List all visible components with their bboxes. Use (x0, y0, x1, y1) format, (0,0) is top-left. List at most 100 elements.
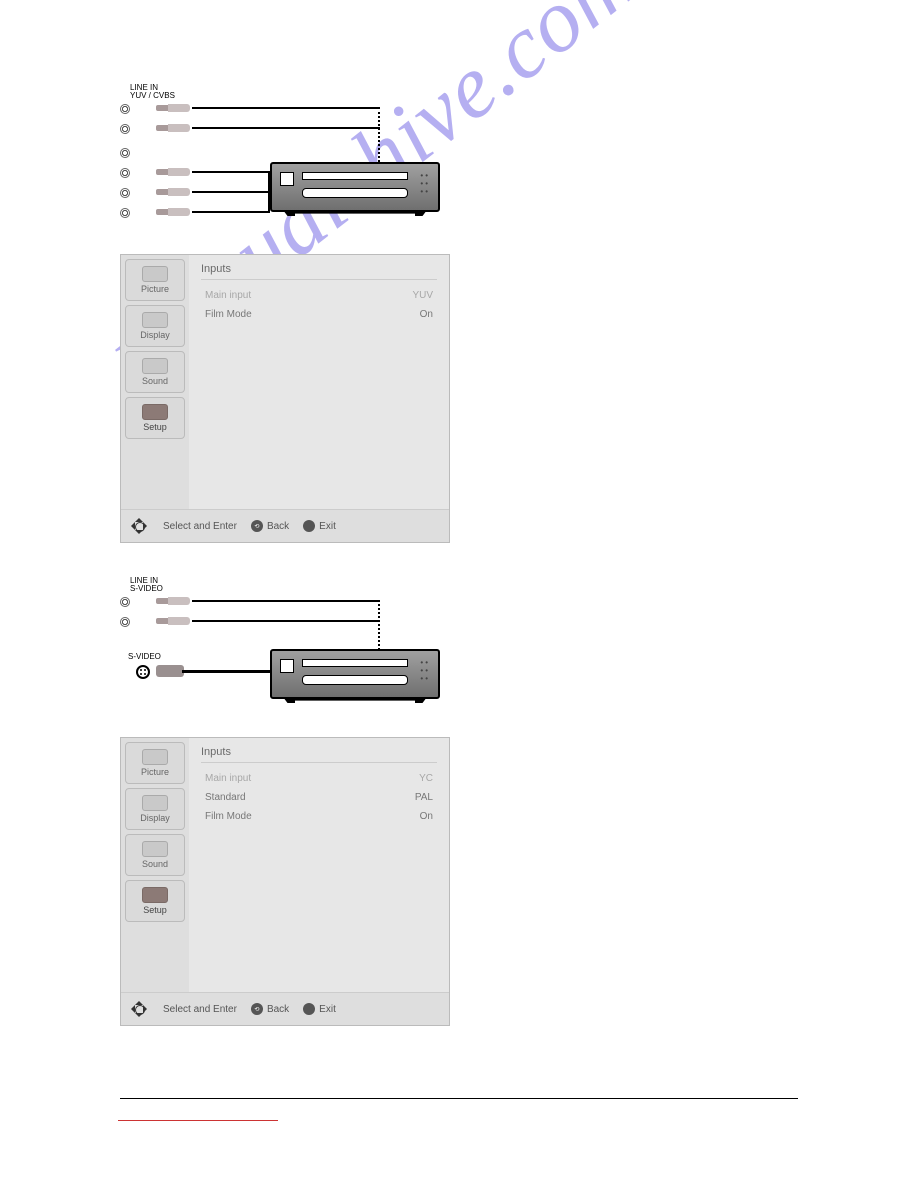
sun-icon (142, 749, 168, 765)
device-tray-icon (302, 188, 408, 198)
device-leds-icon: •••••• (420, 172, 430, 196)
device-slot-icon (302, 659, 408, 667)
osd-menu-1: Picture Display Sound Setup Inputs (120, 254, 450, 543)
tab-label: Picture (141, 284, 169, 294)
rca-plug-icon (156, 166, 196, 178)
button-icon (303, 520, 315, 532)
device-panel-icon (280, 172, 294, 186)
speaker-icon (142, 358, 168, 374)
rca-jack-icon (120, 617, 130, 627)
wrench-icon (142, 887, 168, 903)
osd-row-value: On (420, 309, 433, 320)
monitor-icon (142, 312, 168, 328)
osd-row-value: PAL (415, 792, 433, 803)
osd-section-title: Inputs (201, 744, 437, 763)
cable-line (192, 211, 270, 213)
tab-sound[interactable]: Sound (125, 834, 185, 876)
tab-label: Display (140, 330, 170, 340)
wrench-icon (142, 404, 168, 420)
osd-row-main-input[interactable]: Main input YC (201, 769, 437, 788)
sun-icon (142, 266, 168, 282)
rca-jack-icon (120, 104, 130, 114)
tab-setup[interactable]: Setup (125, 397, 185, 439)
svideo-jack-icon (136, 665, 150, 679)
osd-row-film-mode[interactable]: Film Mode On (201, 305, 437, 324)
rca-jack-icon (120, 188, 130, 198)
device-panel-icon (280, 659, 294, 673)
osd-row-standard[interactable]: Standard PAL (201, 788, 437, 807)
page-content: LINE IN YUV / CVBS •••••• (120, 90, 800, 1066)
cable-line (192, 620, 380, 622)
dpad-icon (129, 999, 149, 1019)
osd-row-label: Film Mode (205, 309, 252, 320)
av-device-icon: •••••• (270, 649, 440, 699)
osd-row-label: Main input (205, 290, 251, 301)
osd-tab-column: Picture Display Sound Setup (121, 255, 189, 509)
button-icon (303, 1003, 315, 1015)
osd-footer: Select and Enter ⟲ Back Exit (121, 992, 449, 1025)
tab-label: Display (140, 813, 170, 823)
osd-hint-select: Select and Enter (163, 521, 237, 532)
tab-label: Setup (143, 905, 167, 915)
tab-picture[interactable]: Picture (125, 259, 185, 301)
osd-hint-exit: Exit (303, 1003, 336, 1015)
osd-hint-back: ⟲ Back (251, 520, 289, 532)
connection-diagram-yuv: LINE IN YUV / CVBS •••••• (120, 90, 450, 230)
osd-section-title: Inputs (201, 261, 437, 280)
cable-line (192, 127, 380, 129)
rca-jack-icon (120, 124, 130, 134)
speaker-icon (142, 841, 168, 857)
button-icon: ⟲ (251, 520, 263, 532)
svideo-plug-icon (156, 665, 184, 677)
tab-sound[interactable]: Sound (125, 351, 185, 393)
tab-label: Sound (142, 859, 168, 869)
rca-jack-icon (120, 168, 130, 178)
device-slot-icon (302, 172, 408, 180)
rca-plug-icon (156, 595, 196, 607)
device-leds-icon: •••••• (420, 659, 430, 683)
rca-jack-icon (120, 148, 130, 158)
cable-dash (378, 107, 380, 162)
rca-plug-icon (156, 186, 196, 198)
cable-line (192, 600, 380, 602)
tab-empty (125, 443, 185, 501)
rca-plug-icon (156, 122, 196, 134)
cable-line (192, 107, 380, 109)
osd-row-film-mode[interactable]: Film Mode On (201, 807, 437, 826)
osd-row-label: Main input (205, 773, 251, 784)
tab-label: Setup (143, 422, 167, 432)
tab-display[interactable]: Display (125, 788, 185, 830)
tab-setup[interactable]: Setup (125, 880, 185, 922)
av-device-icon: •••••• (270, 162, 440, 212)
tab-display[interactable]: Display (125, 305, 185, 347)
osd-footer: Select and Enter ⟲ Back Exit (121, 509, 449, 542)
footer-accent-line (118, 1120, 278, 1121)
diagram2-header: LINE IN S-VIDEO (130, 577, 163, 594)
connection-diagram-svideo: LINE IN S-VIDEO S-VIDEO •••••• (120, 583, 450, 713)
button-icon: ⟲ (251, 1003, 263, 1015)
rca-jack-icon (120, 597, 130, 607)
cable-line (182, 670, 270, 673)
tab-picture[interactable]: Picture (125, 742, 185, 784)
osd-row-label: Film Mode (205, 811, 252, 822)
dpad-icon (129, 516, 149, 536)
cable-line (192, 191, 270, 193)
osd-hint-back: ⟲ Back (251, 1003, 289, 1015)
diagram1-header: LINE IN YUV / CVBS (130, 84, 175, 101)
osd-row-label: Standard (205, 792, 246, 803)
osd-row-value: YC (419, 773, 433, 784)
osd-hint-exit: Exit (303, 520, 336, 532)
device-tray-icon (302, 675, 408, 685)
rca-plug-icon (156, 102, 196, 114)
cable-line (192, 171, 270, 173)
osd-row-main-input[interactable]: Main input YUV (201, 286, 437, 305)
footer-rule (120, 1098, 798, 1099)
svideo-label: S-VIDEO (128, 653, 161, 661)
osd-main-panel: Inputs Main input YUV Film Mode On (189, 255, 449, 509)
osd-main-panel: Inputs Main input YC Standard PAL Film M… (189, 738, 449, 992)
rca-plug-icon (156, 206, 196, 218)
tab-empty (125, 926, 185, 984)
osd-row-value: On (420, 811, 433, 822)
rca-plug-icon (156, 615, 196, 627)
rca-jack-icon (120, 208, 130, 218)
